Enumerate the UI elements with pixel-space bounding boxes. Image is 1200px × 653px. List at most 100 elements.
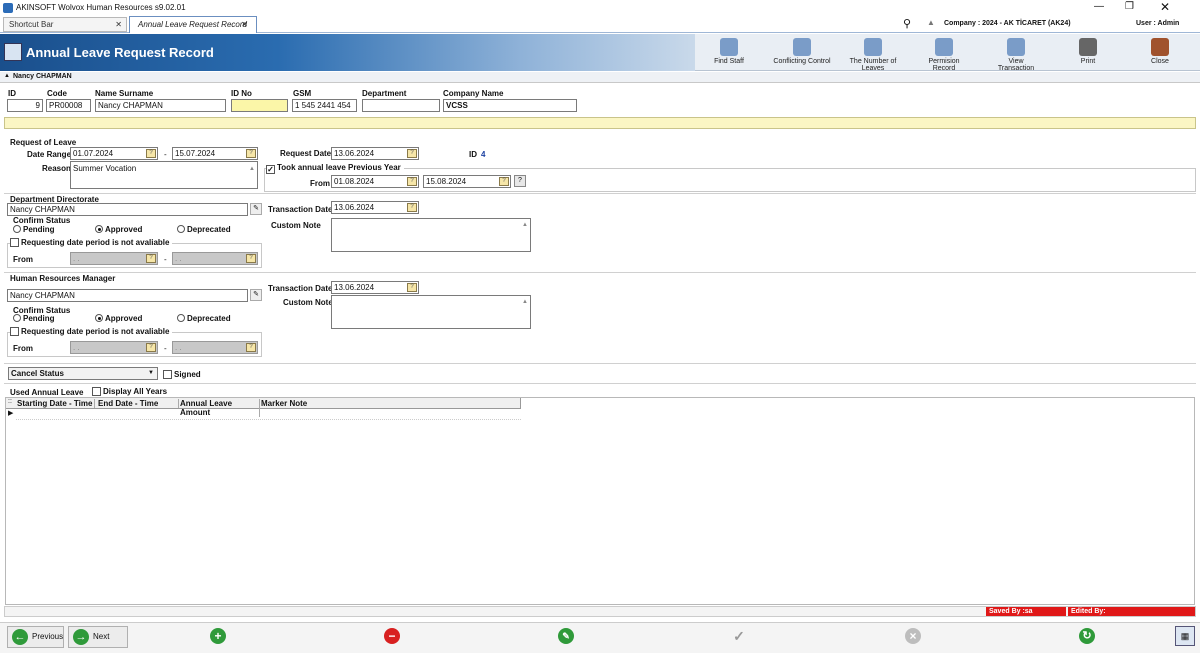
tab-close-icon[interactable]: ✕ (115, 18, 122, 31)
grid-col-start[interactable]: Starting Date - Time (17, 399, 95, 408)
chevron-down-icon[interactable]: ▼ (148, 368, 154, 379)
hr-custom-note-textarea[interactable]: ▲▼ (331, 295, 531, 329)
hr-to-field[interactable]: . .? (172, 341, 258, 354)
staff-idno-field[interactable] (231, 99, 288, 112)
reason-textarea[interactable]: Summer Vocation ▲▼ (70, 161, 258, 189)
checkbox[interactable] (10, 238, 19, 247)
hr-from-field[interactable]: . .? (70, 341, 158, 354)
radio-button-selected[interactable] (95, 225, 103, 233)
checkbox[interactable] (92, 387, 101, 396)
tab-close-icon[interactable]: ✕ (241, 17, 248, 32)
arrow-right-icon: → (73, 629, 89, 645)
toolbar-button-label: Conflicting Control (773, 58, 831, 65)
hr-transaction-date-field[interactable]: 13.06.2024? (331, 281, 419, 294)
scrollbar[interactable]: ▲▼ (521, 220, 529, 250)
staff-gsm-field[interactable]: 1 545 2441 454 (292, 99, 357, 112)
dept-person-field[interactable]: Nancy CHAPMAN (7, 203, 248, 216)
find-person-icon[interactable]: ✎ (250, 289, 262, 301)
calendar-icon[interactable]: ? (246, 343, 256, 352)
toolbar-button-permision-record[interactable]: Permision Record (917, 36, 971, 72)
dept-transaction-date-field[interactable]: 13.06.2024? (331, 201, 419, 214)
scrollbar[interactable]: ▲▼ (248, 163, 256, 187)
dept-custom-note-label: Custom Note (271, 221, 321, 230)
alert-icon[interactable]: ▲ (927, 18, 935, 27)
calendar-icon[interactable]: ? (407, 283, 417, 292)
hr-radio-pending[interactable]: Pending (13, 314, 55, 323)
dept-not-available-checkbox[interactable]: Requesting date period is not avaliable (10, 238, 173, 247)
cancel-status-select[interactable]: Cancel Status ▼ (8, 367, 158, 380)
staff-code-field[interactable]: PR00008 (46, 99, 91, 112)
scrollbar[interactable]: ▲▼ (521, 297, 529, 327)
radio-button[interactable] (13, 314, 21, 322)
date-placeholder: . . (175, 254, 182, 263)
search-icon[interactable]: ⚲ (903, 17, 911, 30)
toolbar-button-close[interactable]: Close (1145, 36, 1175, 70)
calendar-icon[interactable]: ? (407, 177, 417, 186)
previous-button[interactable]: ← Previous (7, 626, 64, 648)
cancel-icon[interactable]: × (905, 628, 921, 644)
radio-button[interactable] (177, 225, 185, 233)
display-all-years-checkbox[interactable]: Display All Years (92, 387, 167, 396)
tab-bar: Shortcut Bar ✕ Annual Leave Request Reco… (0, 16, 1200, 33)
dept-radio-approved[interactable]: Approved (95, 225, 142, 234)
checkbox[interactable] (163, 370, 172, 379)
tab-shortcut-bar[interactable]: Shortcut Bar ✕ (3, 17, 127, 32)
previous-to-field[interactable]: 15.08.2024? (423, 175, 511, 188)
save-check-icon[interactable]: ✓ (731, 628, 747, 644)
radio-button[interactable] (177, 314, 185, 322)
staff-department-field[interactable] (362, 99, 440, 112)
staff-name-field[interactable]: Nancy CHAPMAN (95, 99, 226, 112)
previous-from-field[interactable]: 01.08.2024? (331, 175, 419, 188)
calendar-icon[interactable]: ? (146, 343, 156, 352)
minimize-icon[interactable]: — (1094, 1, 1104, 12)
next-button[interactable]: → Next (68, 626, 128, 648)
grid-col-note[interactable]: Marker Note (261, 399, 307, 408)
hr-person-field[interactable]: Nancy CHAPMAN (7, 289, 248, 302)
dept-radio-pending[interactable]: Pending (13, 225, 55, 234)
signed-checkbox[interactable]: Signed (163, 370, 201, 379)
checkbox[interactable] (10, 327, 19, 336)
grid-col-end[interactable]: End Date - Time (98, 399, 179, 408)
calendar-icon[interactable]: ? (246, 254, 256, 263)
calendar-icon[interactable]: ? (407, 149, 417, 158)
radio-button[interactable] (13, 225, 21, 233)
dept-to-field[interactable]: . .? (172, 252, 258, 265)
toolbar-button-print[interactable]: Print (1075, 36, 1101, 70)
refresh-icon[interactable]: ↻ (1079, 628, 1095, 644)
calendar-icon[interactable]: ? (146, 149, 156, 158)
calendar-icon[interactable]: ? (246, 149, 256, 158)
table-row[interactable] (16, 409, 521, 420)
staff-id-field[interactable]: 9 (7, 99, 43, 112)
toolbar-button-find-staff[interactable]: Find Staff (710, 36, 748, 70)
calendar-picker-icon[interactable]: ? (514, 175, 526, 187)
delete-icon[interactable]: − (384, 628, 400, 644)
staff-company-field[interactable]: VCSS (443, 99, 577, 112)
request-date-field[interactable]: 13.06.2024? (331, 147, 419, 160)
date-from-field[interactable]: 01.07.2024? (70, 147, 158, 160)
edit-icon[interactable]: ✎ (558, 628, 574, 644)
toolbar-button-conflicting-control[interactable]: Conflicting Control (773, 36, 831, 70)
dept-custom-note-textarea[interactable]: ▲▼ (331, 218, 531, 252)
checkbox-checked[interactable]: ✓ (266, 165, 275, 174)
calendar-icon[interactable]: ? (146, 254, 156, 263)
find-person-icon[interactable]: ✎ (250, 203, 262, 215)
tab-annual-leave[interactable]: Annual Leave Request Record ✕ (129, 16, 257, 33)
close-window-icon[interactable]: ✕ (1160, 0, 1170, 14)
toolbar-button-the-number-of-leaves[interactable]: The Number of Leaves (838, 36, 908, 72)
hr-not-available-checkbox[interactable]: Requesting date period is not avaliable (10, 327, 173, 336)
add-icon[interactable]: + (210, 628, 226, 644)
dept-radio-deprecated[interactable]: Deprecated (177, 225, 231, 234)
calendar-icon[interactable]: ? (499, 177, 509, 186)
radio-button-selected[interactable] (95, 314, 103, 322)
date-to-field[interactable]: 15.07.2024? (172, 147, 258, 160)
calculator-icon[interactable]: ▦ (1175, 626, 1195, 646)
restore-icon[interactable]: ❐ (1125, 1, 1134, 12)
toolbar-button-view-transaction[interactable]: View Transaction (990, 36, 1042, 72)
door-close-icon (1151, 38, 1169, 56)
collapse-icon[interactable]: ▲ (4, 73, 10, 79)
hr-radio-deprecated[interactable]: Deprecated (177, 314, 231, 323)
dept-from-field[interactable]: . .? (70, 252, 158, 265)
hr-radio-approved[interactable]: Approved (95, 314, 142, 323)
calendar-icon[interactable]: ? (407, 203, 417, 212)
previous-year-checkbox[interactable]: ✓ Took annual leave Previous Year (266, 163, 404, 174)
